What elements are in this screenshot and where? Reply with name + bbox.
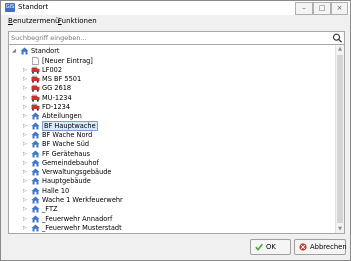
search-box (8, 31, 345, 45)
expand-arrow-icon[interactable]: ▷ (23, 160, 29, 166)
house-icon (31, 122, 40, 130)
menu-bar: Benutzermenü Funktionen (1, 15, 350, 27)
house-icon (31, 224, 40, 232)
ok-label: OK (266, 243, 276, 251)
vertical-scrollbar[interactable]: ▲ ▼ (335, 45, 344, 233)
app-icon: GIS (5, 3, 15, 12)
search-input[interactable] (11, 32, 329, 44)
fire-truck-icon (31, 103, 40, 111)
house-icon (31, 140, 40, 148)
expand-arrow-icon[interactable]: ▷ (23, 151, 29, 157)
maximize-button[interactable]: □ (313, 2, 331, 15)
location-tree[interactable]: ◢ Standort ▲ ▼ [Neuer Eintrag] ▷ LF002 ▷ MS … (8, 44, 345, 234)
house-icon (31, 131, 40, 139)
house-icon (31, 187, 40, 195)
fire-truck-icon (31, 75, 40, 83)
house-icon (31, 159, 40, 167)
document-icon (32, 56, 39, 65)
search-icon[interactable] (332, 33, 343, 43)
expand-arrow-icon[interactable]: ▷ (23, 169, 29, 175)
dialog-window: GIS Standort – □ × Benutzermenü Funktion… (0, 0, 351, 261)
scroll-up-icon[interactable]: ▲ (337, 46, 343, 52)
expand-arrow-icon[interactable]: ▷ (23, 206, 29, 212)
expand-arrow-icon[interactable]: ▷ (23, 197, 29, 203)
house-icon (31, 205, 40, 213)
ok-button[interactable]: OK (250, 239, 291, 255)
house-icon (31, 177, 40, 185)
expand-arrow-icon[interactable]: ▷ (23, 104, 29, 110)
tree-item-label: _Feuerwehr_Weiher (42, 232, 106, 233)
cancel-button[interactable]: Abbrechen (294, 239, 347, 255)
house-icon (20, 47, 29, 55)
house-icon (31, 112, 40, 120)
fire-truck-icon (31, 85, 40, 93)
cancel-label: Abbrechen (310, 243, 347, 251)
house-icon (31, 150, 40, 157)
expand-arrow-icon[interactable]: ▷ (23, 178, 29, 184)
tree-root-label: Standort (31, 47, 60, 55)
tree-item[interactable]: ▷_Feuerwehr_Weiher (9, 232, 334, 234)
expand-arrow-icon[interactable]: ▷ (23, 113, 29, 119)
scroll-down-icon[interactable]: ▼ (337, 226, 343, 232)
expand-arrow-icon[interactable]: ▷ (23, 95, 29, 101)
fire-truck-icon (31, 66, 40, 74)
title-bar[interactable]: GIS Standort – □ × (1, 1, 350, 15)
menu-funktionen[interactable]: Funktionen (58, 17, 97, 25)
close-button[interactable]: × (331, 2, 348, 15)
house-icon (31, 215, 40, 223)
expand-arrow-icon[interactable]: ▷ (23, 188, 29, 194)
expand-arrow-icon[interactable]: ▷ (23, 216, 29, 222)
expand-arrow-icon[interactable]: ▷ (23, 76, 29, 82)
scroll-thumb[interactable] (337, 55, 343, 223)
expand-arrow-icon[interactable]: ▷ (23, 132, 29, 138)
fire-truck-icon (31, 94, 40, 102)
cancel-icon (299, 243, 307, 251)
menu-benutzermenue[interactable]: Benutzermenü (8, 17, 59, 25)
expand-arrow-icon[interactable]: ▷ (23, 85, 29, 91)
expand-arrow-icon[interactable]: ▷ (23, 225, 29, 231)
minimize-button[interactable]: – (295, 2, 313, 15)
collapse-arrow-icon[interactable]: ◢ (12, 48, 18, 54)
checkmark-icon (255, 243, 263, 251)
expand-arrow-icon[interactable]: ▷ (23, 123, 29, 129)
house-icon (31, 168, 40, 176)
expand-arrow-icon[interactable]: ▷ (23, 141, 29, 147)
expand-arrow-icon[interactable]: ▷ (23, 67, 29, 73)
house-icon (31, 233, 40, 234)
house-icon (31, 196, 40, 204)
tree-root[interactable]: ◢ Standort (9, 46, 334, 56)
window-title: Standort (18, 3, 49, 11)
